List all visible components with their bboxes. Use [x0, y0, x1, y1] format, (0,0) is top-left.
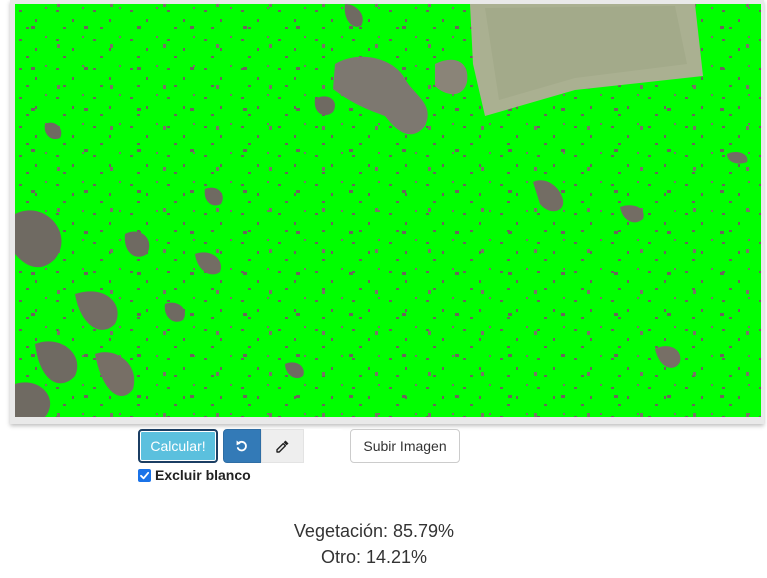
vegetation-result: Vegetación: 85.79%	[293, 521, 455, 541]
reset-button[interactable]	[223, 429, 261, 463]
exclude-white-checkbox[interactable]	[138, 468, 151, 482]
analyzed-image-frame	[10, 0, 764, 424]
vegetation-mask-image	[15, 4, 761, 417]
exclude-white-option: Excluir blanco	[138, 467, 251, 483]
other-result: Otro: 14.21%	[320, 547, 428, 567]
upload-image-button[interactable]: Subir Imagen	[350, 429, 460, 463]
selected-color-swatch[interactable]	[304, 429, 344, 463]
color-picker-button[interactable]	[261, 429, 304, 463]
eyedropper-icon	[276, 440, 289, 453]
exclude-white-label[interactable]: Excluir blanco	[155, 467, 251, 483]
rotate-ccw-icon	[236, 440, 247, 452]
calculate-button[interactable]: Calcular!	[138, 429, 218, 463]
checkmark-icon	[140, 471, 150, 479]
